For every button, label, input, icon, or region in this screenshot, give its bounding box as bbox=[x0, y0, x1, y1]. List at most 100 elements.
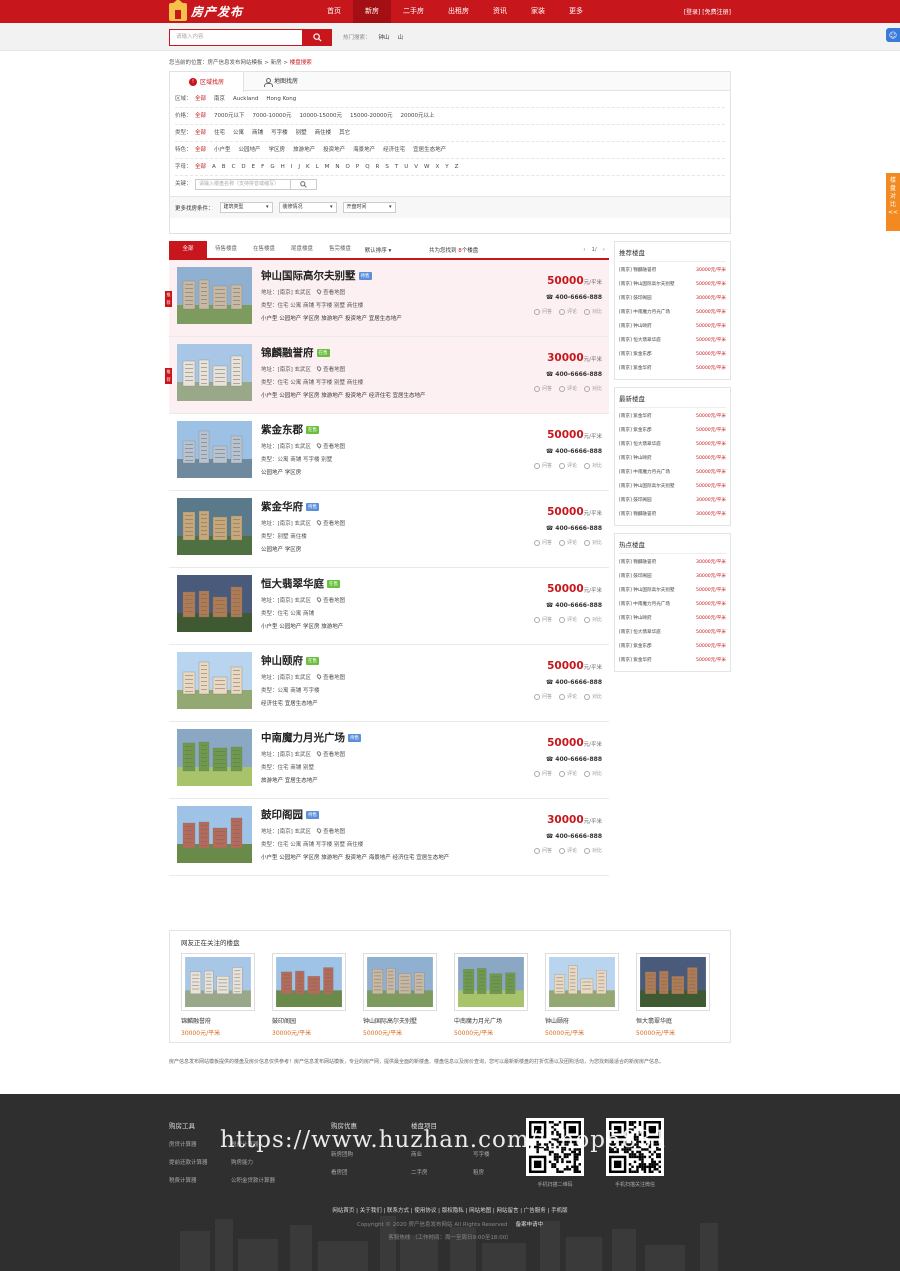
qa-button[interactable]: 问答 bbox=[533, 385, 552, 392]
sidebar-item[interactable]: [南京] 钟山颐府 50000元/平米 bbox=[619, 320, 726, 334]
keyword-input[interactable]: 请输入楼盘名称（支持拼音或缩写） bbox=[195, 179, 291, 190]
qa-button[interactable]: 问答 bbox=[533, 693, 552, 700]
filter-option[interactable]: 商铺 bbox=[252, 125, 263, 141]
footer-link[interactable]: 看房团 bbox=[331, 1168, 393, 1176]
filter-option[interactable]: Y bbox=[445, 159, 448, 175]
sidebar-item[interactable]: [南京] 恒大翡翠华庭 50000元/平米 bbox=[619, 334, 726, 348]
filter-option[interactable]: F bbox=[261, 159, 264, 175]
filter-option[interactable]: A bbox=[212, 159, 216, 175]
filter-option[interactable]: G bbox=[270, 159, 274, 175]
filter-option[interactable]: P bbox=[356, 159, 359, 175]
qa-button[interactable]: 问答 bbox=[533, 308, 552, 315]
tab-map-search[interactable]: 地图找房 bbox=[244, 72, 318, 91]
qa-button[interactable]: 问答 bbox=[533, 539, 552, 546]
filter-option[interactable]: B bbox=[222, 159, 226, 175]
filter-option[interactable]: 15000-20000元 bbox=[350, 108, 392, 124]
property-name[interactable]: 鼓印阁园 待售 bbox=[261, 807, 506, 822]
sidebar-item[interactable]: [南京] 紫金东郡 50000元/平米 bbox=[619, 640, 726, 654]
filter-option[interactable]: 公寓 bbox=[233, 125, 244, 141]
filter-option[interactable]: 公园地产 bbox=[239, 142, 261, 158]
comment-button[interactable]: 评论 bbox=[558, 462, 577, 469]
filter-option[interactable]: 全部 bbox=[195, 142, 206, 158]
filter-option[interactable]: I bbox=[291, 159, 293, 175]
filter-option[interactable]: 投资地产 bbox=[323, 142, 345, 158]
footer-link[interactable]: 购房能力 bbox=[231, 1158, 293, 1166]
filter-option[interactable]: 20000元以上 bbox=[400, 108, 434, 124]
property-name[interactable]: 钟山国际高尔夫别墅 待售 bbox=[261, 268, 506, 283]
compare-button[interactable]: 对比 bbox=[583, 693, 602, 700]
filter-option[interactable]: 7000元以下 bbox=[214, 108, 245, 124]
filter-option[interactable]: 海景地产 bbox=[353, 142, 375, 158]
sidebar-item[interactable]: [南京] 锦麟融誉府 30000元/平米 bbox=[619, 264, 726, 278]
building-type-select[interactable]: 建筑类型 ▾ bbox=[219, 202, 273, 213]
filter-option[interactable]: X bbox=[436, 159, 440, 175]
sidebar-item[interactable]: [南京] 钟山颐府 50000元/平米 bbox=[619, 612, 726, 626]
comment-button[interactable]: 评论 bbox=[558, 847, 577, 854]
attention-card[interactable]: 钟山国际高尔夫别墅 50000元/平米 bbox=[363, 953, 437, 1037]
filter-option[interactable]: W bbox=[424, 159, 429, 175]
filter-option[interactable]: 住宅 bbox=[214, 125, 225, 141]
listing-item[interactable]: 推荐 钟山国际高尔夫别墅 待售 地址：[南京] 玄武区 查看地图 类型：住宅 公寓 商铺 … bbox=[165, 260, 609, 337]
sidebar-item[interactable]: [南京] 钟山颐府 50000元/平米 bbox=[619, 452, 726, 466]
filter-option[interactable]: T bbox=[395, 159, 398, 175]
compare-button[interactable]: 对比 bbox=[583, 539, 602, 546]
hot-search-item[interactable]: 山 bbox=[398, 33, 404, 41]
filter-option[interactable]: E bbox=[252, 159, 255, 175]
filter-option[interactable]: Q bbox=[365, 159, 369, 175]
filter-option[interactable]: 其它 bbox=[339, 125, 350, 141]
nav-item[interactable]: 首页 bbox=[315, 0, 353, 23]
nav-item[interactable]: 新房 bbox=[353, 0, 391, 23]
nav-item[interactable]: 家装 bbox=[519, 0, 557, 23]
filter-option[interactable]: K bbox=[306, 159, 310, 175]
nav-item[interactable]: 资讯 bbox=[481, 0, 519, 23]
tab-on-sale[interactable]: 在售楼盘 bbox=[245, 241, 283, 258]
decoration-select[interactable]: 装修情况 ▾ bbox=[278, 202, 337, 213]
property-thumbnail[interactable] bbox=[177, 267, 252, 324]
filter-option[interactable]: 小户型 bbox=[214, 142, 231, 158]
tab-tail[interactable]: 尾盘楼盘 bbox=[283, 241, 321, 258]
sidebar-item[interactable]: [南京] 钟山国际高尔夫别墅 50000元/平米 bbox=[619, 480, 726, 494]
listing-item[interactable]: 推荐 锦麟融誉府 在售 地址：[南京] 玄武区 查看地图 类型：住宅 公寓 商铺 写字楼 … bbox=[165, 337, 609, 414]
sidebar-item[interactable]: [南京] 钟山国际高尔夫别墅 50000元/平米 bbox=[619, 584, 726, 598]
listing-item[interactable]: 钟山颐府 在售 地址：[南京] 玄武区 查看地图 类型：公寓 商铺 写字楼 经济住宅 宜居… bbox=[169, 645, 609, 722]
sidebar-item[interactable]: [南京] 中南魔力月光广场 50000元/平米 bbox=[619, 466, 726, 480]
attention-card[interactable]: 中南魔力月光广场 50000元/平米 bbox=[454, 953, 528, 1037]
filter-option[interactable]: 全部 bbox=[195, 125, 206, 141]
filter-option[interactable]: Auckland bbox=[233, 91, 258, 107]
qa-button[interactable]: 问答 bbox=[533, 847, 552, 854]
opening-time-select[interactable]: 开盘时间 ▾ bbox=[342, 202, 396, 213]
service-float-icon[interactable]: ☺ bbox=[886, 28, 900, 42]
view-map-link[interactable]: 查看地图 bbox=[323, 521, 345, 527]
footer-links[interactable]: 网站首页 | 关于我们 | 联系方式 | 使用协议 | 版权隐私 | 网站地图 … bbox=[0, 1206, 900, 1214]
attention-card[interactable]: 锦麟融誉府 30000元/平米 bbox=[181, 953, 255, 1037]
hot-search-item[interactable]: 钟山 bbox=[379, 33, 390, 41]
filter-option[interactable]: Z bbox=[455, 159, 459, 175]
filter-option[interactable]: 全部 bbox=[195, 159, 206, 175]
filter-option[interactable]: 7000-10000元 bbox=[253, 108, 292, 124]
sidebar-item[interactable]: [南京] 恒大翡翠华庭 50000元/平米 bbox=[619, 626, 726, 640]
property-name[interactable]: 钟山颐府 在售 bbox=[261, 653, 506, 668]
comment-button[interactable]: 评论 bbox=[558, 693, 577, 700]
comment-button[interactable]: 评论 bbox=[558, 539, 577, 546]
sidebar-item[interactable]: [南京] 鼓印阁园 30000元/平米 bbox=[619, 292, 726, 306]
property-name[interactable]: 紫金东郡 在售 bbox=[261, 422, 506, 437]
compare-button[interactable]: 对比 bbox=[583, 616, 602, 623]
tab-all[interactable]: 全部 bbox=[169, 241, 207, 258]
filter-option[interactable]: 全部 bbox=[195, 91, 206, 107]
filter-option[interactable]: 宜居生态地产 bbox=[413, 142, 446, 158]
prev-page-icon[interactable]: ‹ bbox=[583, 247, 585, 253]
view-map-link[interactable]: 查看地图 bbox=[323, 367, 345, 373]
next-page-icon[interactable]: › bbox=[603, 247, 605, 253]
attention-card[interactable]: 鼓印阁园 30000元/平米 bbox=[272, 953, 346, 1037]
sidebar-item[interactable]: [南京] 紫金东郡 50000元/平米 bbox=[619, 424, 726, 438]
qa-button[interactable]: 问答 bbox=[533, 770, 552, 777]
sidebar-item[interactable]: [南京] 紫金华府 50000元/平米 bbox=[619, 410, 726, 424]
sidebar-item[interactable]: [南京] 钟山国际高尔夫别墅 50000元/平米 bbox=[619, 278, 726, 292]
keyword-search-button[interactable] bbox=[291, 179, 317, 190]
view-map-link[interactable]: 查看地图 bbox=[323, 752, 345, 758]
sidebar-item[interactable]: [南京] 紫金东郡 50000元/平米 bbox=[619, 348, 726, 362]
property-thumbnail[interactable] bbox=[177, 498, 252, 555]
footer-link[interactable]: 公积金贷款计算器 bbox=[231, 1176, 293, 1184]
compare-button[interactable]: 对比 bbox=[583, 385, 602, 392]
filter-option[interactable]: C bbox=[232, 159, 236, 175]
